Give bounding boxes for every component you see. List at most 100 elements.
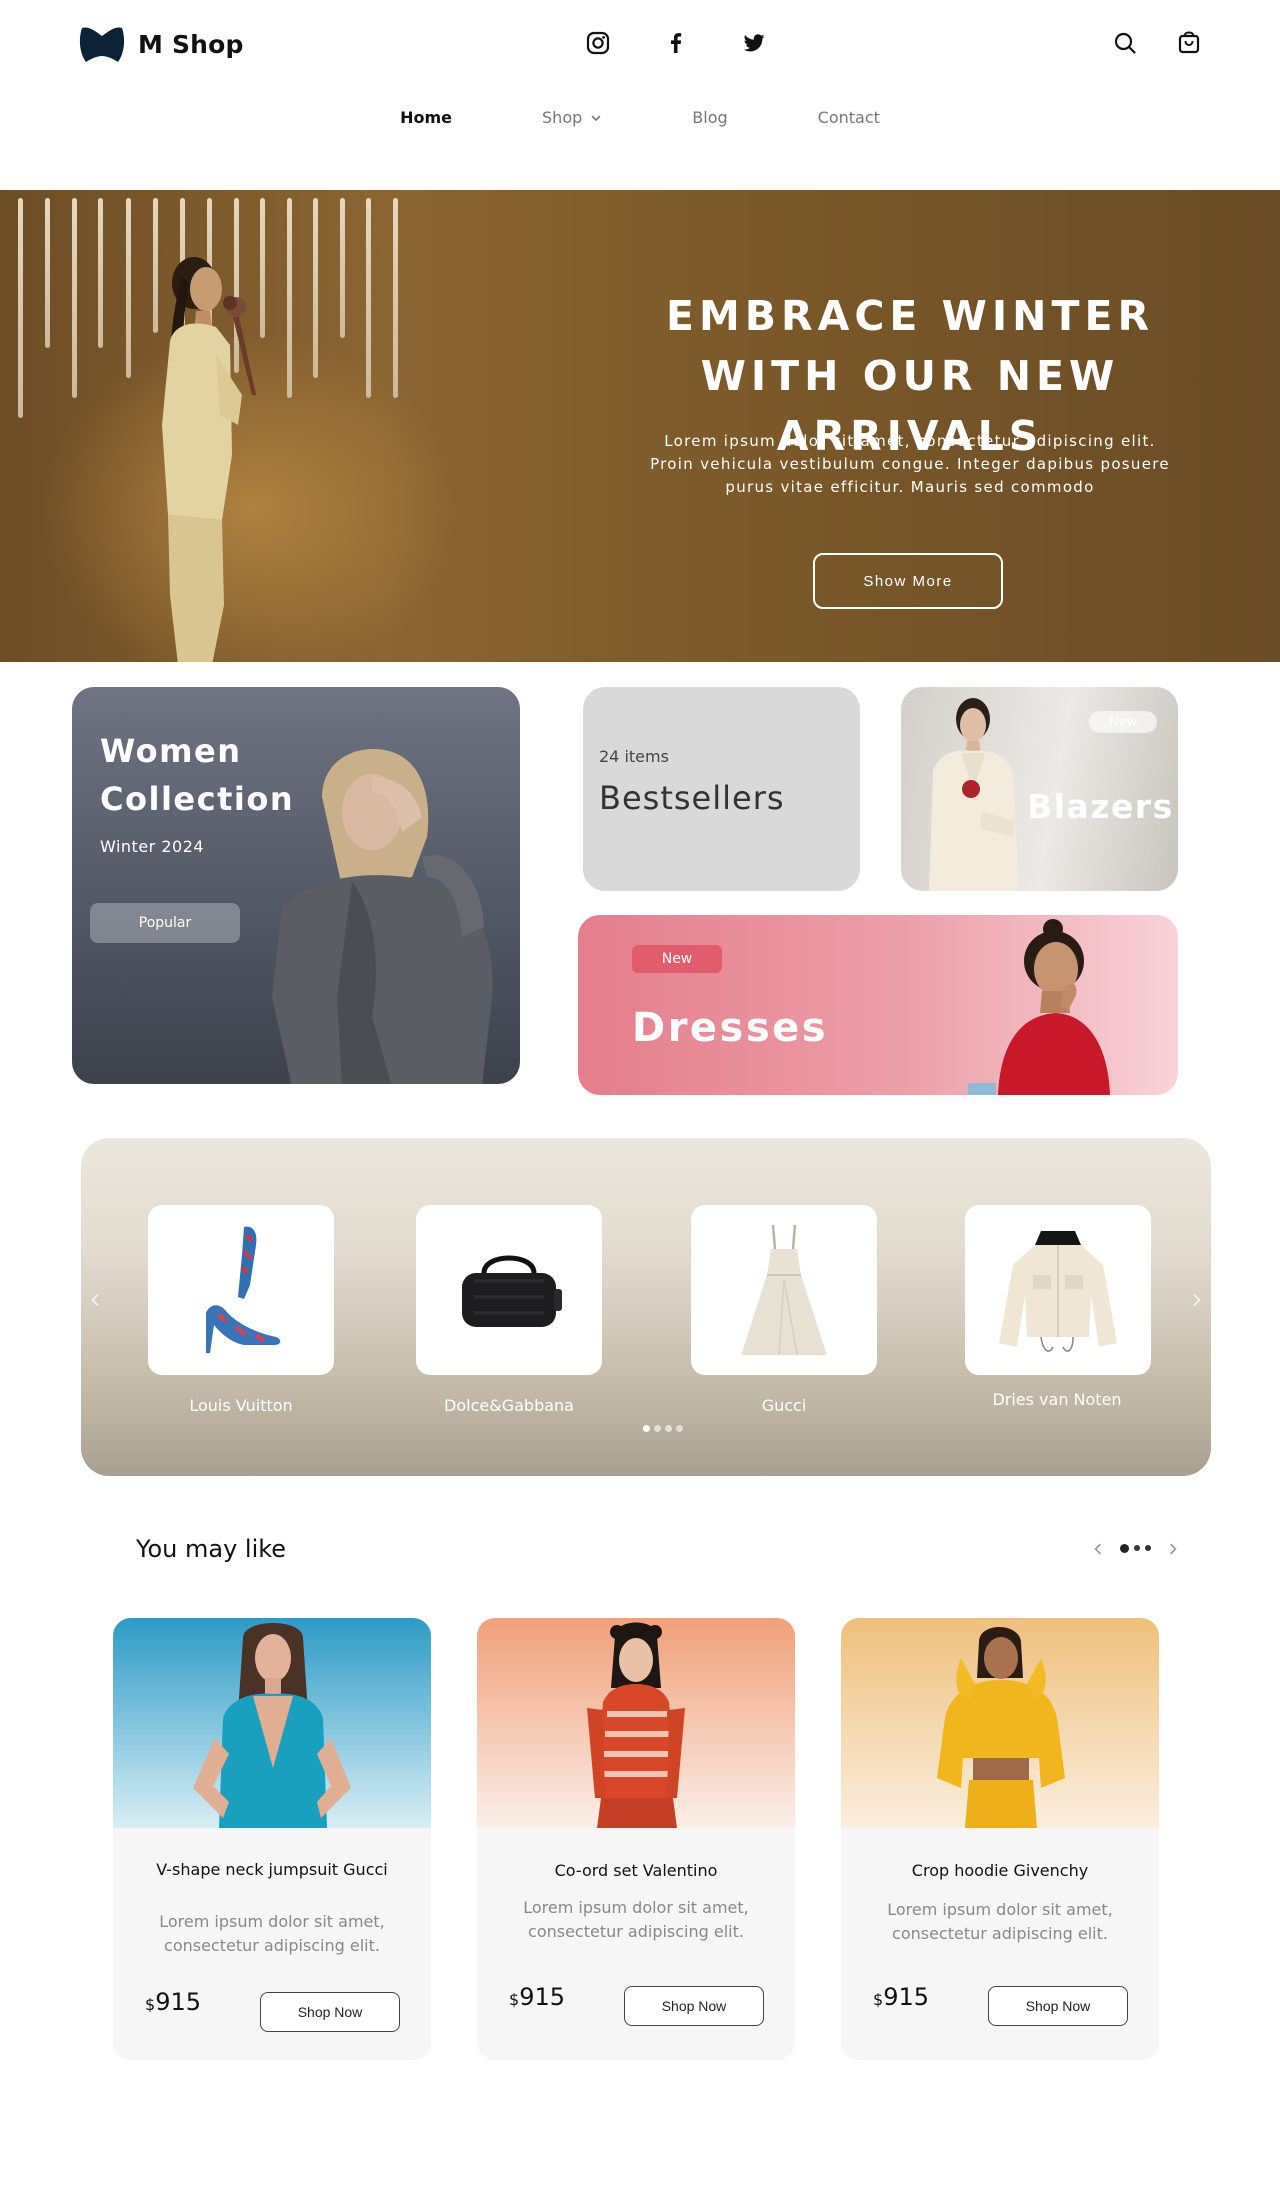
nav-label: Blog (692, 108, 728, 127)
product-price: $915 (509, 1983, 565, 2011)
price-value: 915 (519, 1983, 565, 2011)
price-value: 915 (883, 1983, 929, 2011)
product-name: Crop hoodie Givenchy (911, 1861, 1089, 1880)
brand-card[interactable] (416, 1205, 602, 1375)
model-figure (162, 257, 256, 662)
brand-card[interactable] (965, 1205, 1151, 1375)
section-title: You may like (136, 1535, 287, 1563)
brand-name: Dries van Noten (992, 1390, 1122, 1409)
brand-carousel: Louis Vuitton Dolce&Gabbana Gucci Dries … (81, 1138, 1211, 1476)
heels-icon (206, 1226, 281, 1353)
product-card[interactable]: Co-ord set Valentino Lorem ipsum dolor s… (477, 1618, 795, 2060)
hero-description: Lorem ipsum dolor sit amet, consectetur … (650, 432, 1170, 496)
blazers-card[interactable]: New Blazers (901, 687, 1178, 891)
nav-label: Home (400, 108, 453, 127)
main-nav: Home Shop Blog Contact (0, 108, 1280, 127)
bestsellers-count: 24 items (599, 747, 669, 766)
utility-icons (1112, 30, 1202, 56)
women-collection-subtitle: Winter 2024 (100, 837, 205, 856)
nav-item-blog[interactable]: Blog (692, 108, 727, 127)
hanging-candle (393, 198, 398, 398)
product-name: Co-ord set Valentino (554, 1861, 718, 1880)
popular-badge: Popular (90, 903, 240, 943)
women-collection-card[interactable]: Women Collection Winter 2024 Popular (72, 687, 520, 1084)
product-price: $915 (145, 1988, 201, 2016)
bestsellers-card[interactable]: 24 items Bestsellers (583, 687, 860, 891)
shopping-bag-icon[interactable] (1176, 30, 1202, 56)
brand-card[interactable] (691, 1205, 877, 1375)
instagram-icon[interactable] (585, 30, 611, 56)
hanging-candle (340, 198, 345, 338)
dresses-title: Dresses (632, 1005, 829, 1051)
blazers-title: Blazers (1027, 787, 1174, 826)
hero-banner: EMBRACE WINTER WITH OUR NEW ARRIVALS Lor… (0, 190, 1280, 662)
pager-dots (1120, 1544, 1151, 1553)
dresses-card[interactable]: New Dresses (578, 915, 1178, 1095)
nav-item-home[interactable]: Home (400, 108, 452, 127)
hanging-candle (98, 198, 103, 348)
hanging-candle (72, 198, 77, 398)
nav-label: Contact (817, 108, 880, 127)
product-card[interactable]: Crop hoodie Givenchy Lorem ipsum dolor s… (841, 1618, 1159, 2060)
pager-dot[interactable] (1120, 1544, 1129, 1553)
carousel-dot[interactable] (643, 1425, 650, 1432)
nav-item-contact[interactable]: Contact (818, 108, 880, 127)
brand-name: M Shop (138, 29, 244, 59)
brand-card[interactable] (148, 1205, 334, 1375)
bestsellers-title: Bestsellers (599, 779, 785, 817)
model-figure (968, 919, 1110, 1095)
jacket-icon (999, 1231, 1117, 1352)
carousel-dot[interactable] (654, 1425, 661, 1432)
currency-symbol: $ (873, 1990, 884, 2009)
site-header: M Shop Home Shop Blog Contact (0, 0, 1280, 190)
new-badge: New (1089, 711, 1157, 733)
brand-name: Gucci (761, 1396, 807, 1415)
hanging-candle (18, 198, 23, 418)
shop-now-button[interactable]: Shop Now (988, 1986, 1128, 2026)
facebook-icon[interactable] (663, 30, 689, 56)
recommendations-pager (1090, 1541, 1181, 1557)
model-figure (929, 698, 1019, 891)
hanging-candle (287, 198, 292, 398)
hanging-candle (313, 198, 318, 378)
chevron-right-icon[interactable] (1185, 1288, 1209, 1312)
product-description: Lorem ipsum dolor sit amet, consectetur … (887, 1900, 1113, 1943)
product-name: V-shape neck jumpsuit Gucci (156, 1860, 388, 1879)
women-collection-title: Women Collection (100, 732, 295, 818)
show-more-button[interactable]: Show More (813, 553, 1003, 609)
carousel-dots (643, 1425, 683, 1432)
hanging-candle (366, 198, 371, 398)
product-image (477, 1618, 795, 1828)
hanging-candle (45, 198, 50, 348)
logo[interactable]: M Shop (78, 20, 244, 68)
pager-dot[interactable] (1145, 1545, 1151, 1551)
carousel-dot[interactable] (665, 1425, 672, 1432)
currency-symbol: $ (509, 1990, 520, 2009)
product-image (113, 1618, 431, 1828)
shop-now-button[interactable]: Shop Now (624, 1986, 764, 2026)
product-description: Lorem ipsum dolor sit amet, consectetur … (523, 1898, 749, 1941)
logo-mark-icon (79, 27, 125, 62)
shop-now-button[interactable]: Shop Now (260, 1992, 400, 2032)
carousel-dot[interactable] (676, 1425, 683, 1432)
search-icon[interactable] (1112, 30, 1138, 56)
currency-symbol: $ (145, 1995, 156, 2014)
new-badge: New (632, 945, 722, 973)
nav-label: Shop (542, 108, 583, 127)
product-image (841, 1618, 1159, 1828)
brand-name: Dolce&Gabbana (444, 1396, 574, 1415)
brand-name: Louis Vuitton (189, 1396, 293, 1415)
product-card[interactable]: V-shape neck jumpsuit Gucci Lorem ipsum … (113, 1618, 431, 2060)
chevron-left-icon[interactable] (1090, 1541, 1106, 1557)
twitter-icon[interactable] (741, 30, 767, 56)
dress-icon (741, 1224, 827, 1356)
social-links (585, 30, 767, 56)
chevron-left-icon[interactable] (83, 1288, 107, 1312)
nav-item-shop[interactable]: Shop (542, 108, 602, 127)
duffel-bag-icon (462, 1255, 562, 1327)
chevron-down-icon (591, 115, 601, 121)
chevron-right-icon[interactable] (1165, 1541, 1181, 1557)
pager-dot[interactable] (1134, 1545, 1140, 1551)
price-value: 915 (155, 1988, 201, 2016)
product-price: $915 (873, 1983, 929, 2011)
